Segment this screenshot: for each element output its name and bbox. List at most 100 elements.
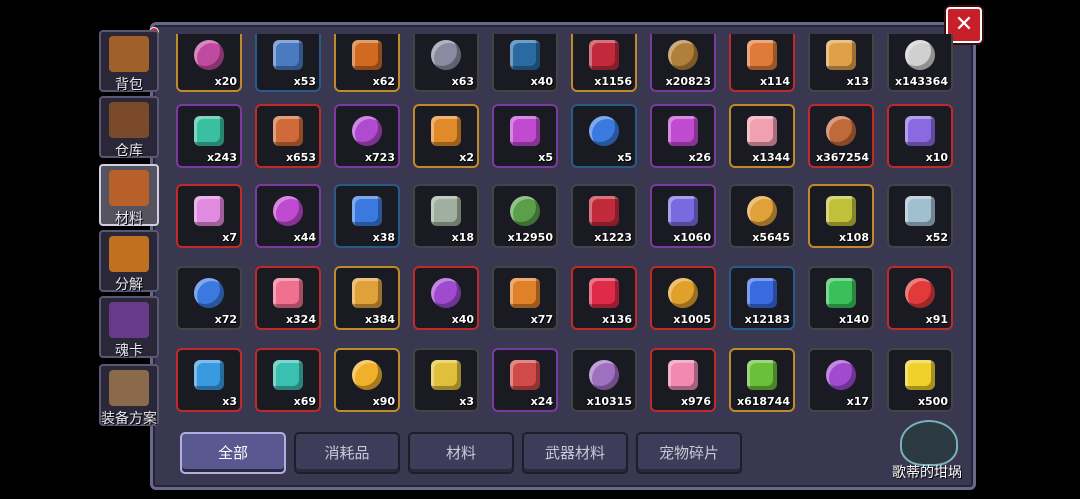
item-slot[interactable]: x1344 — [729, 104, 795, 168]
pink-crystal-icon — [194, 196, 224, 227]
blue-box-icon — [273, 40, 303, 71]
filter-tab-1[interactable]: 消耗品 — [294, 432, 400, 474]
item-slot[interactable]: x384 — [334, 266, 400, 330]
sidebar-item-5[interactable]: 装备方案 — [99, 364, 159, 427]
filter-tab-0[interactable]: 全部 — [180, 432, 286, 474]
pink-monster-icon — [668, 360, 698, 391]
item-count: x5645 — [752, 231, 790, 244]
item-slot[interactable]: x3 — [176, 348, 242, 412]
item-slot[interactable]: x10315 — [571, 348, 637, 412]
hourglass-icon — [510, 360, 540, 391]
item-slot[interactable]: x20 — [176, 34, 242, 92]
item-slot[interactable]: x1005 — [650, 266, 716, 330]
item-count: x108 — [838, 231, 869, 244]
item-slot[interactable]: x1060 — [650, 184, 716, 248]
item-slot[interactable]: x38 — [334, 184, 400, 248]
item-slot[interactable]: x618744 — [729, 348, 795, 412]
item-slot[interactable]: x723 — [334, 104, 400, 168]
item-slot[interactable]: x18 — [413, 184, 479, 248]
sand-pile-icon — [826, 40, 856, 71]
chest-icon — [109, 36, 149, 72]
sidebar-item-2[interactable]: 材料 — [99, 164, 159, 227]
filter-tab-4[interactable]: 宠物碎片 — [636, 432, 742, 474]
item-slot[interactable]: x91 — [887, 266, 953, 330]
filter-tab-3[interactable]: 武器材料 — [522, 432, 628, 474]
item-slot[interactable]: x136 — [571, 266, 637, 330]
item-slot[interactable]: x90 — [334, 348, 400, 412]
item-grid: x20 x53 x62 x63 x40 x1156 x20823 x114 x13 x143364… — [170, 34, 960, 424]
small-gray-shard-icon — [431, 196, 461, 227]
item-slot[interactable]: x44 — [255, 184, 321, 248]
item-count: x5 — [538, 151, 553, 164]
item-count: x723 — [364, 151, 395, 164]
purple-owl-icon — [826, 360, 856, 391]
purple-key-gem-icon — [510, 116, 540, 147]
item-slot[interactable]: x12183 — [729, 266, 795, 330]
item-slot[interactable]: x69 — [255, 348, 321, 412]
cauldron-icon — [900, 420, 958, 466]
item-slot[interactable]: x53 — [255, 34, 321, 92]
item-slot[interactable]: x108 — [808, 184, 874, 248]
item-slot[interactable]: x7 — [176, 184, 242, 248]
item-slot[interactable]: x13 — [808, 34, 874, 92]
item-slot[interactable]: x5 — [571, 104, 637, 168]
item-slot[interactable]: x976 — [650, 348, 716, 412]
green-slime-icon — [747, 360, 777, 391]
item-count: x12950 — [507, 231, 553, 244]
item-count: x1060 — [673, 231, 711, 244]
item-slot[interactable]: x5 — [492, 104, 558, 168]
item-slot[interactable]: x243 — [176, 104, 242, 168]
item-slot[interactable]: x20823 — [650, 34, 716, 92]
item-slot[interactable]: x62 — [334, 34, 400, 92]
item-slot[interactable]: x40 — [413, 266, 479, 330]
item-count: x5 — [617, 151, 632, 164]
item-slot[interactable]: x24 — [492, 348, 558, 412]
red-shield-icon — [589, 196, 619, 227]
item-slot[interactable]: x367254 — [808, 104, 874, 168]
item-slot[interactable]: x653 — [255, 104, 321, 168]
item-slot[interactable]: x72 — [176, 266, 242, 330]
item-slot[interactable]: x500 — [887, 348, 953, 412]
item-slot[interactable]: x143364 — [887, 34, 953, 92]
item-count: x63 — [451, 75, 474, 88]
item-slot[interactable]: x52 — [887, 184, 953, 248]
item-slot[interactable]: x2 — [413, 104, 479, 168]
item-slot[interactable]: x3 — [413, 348, 479, 412]
green-gem-icon — [194, 116, 224, 147]
gold-shards-icon — [668, 278, 698, 309]
item-slot[interactable]: x140 — [808, 266, 874, 330]
item-slot[interactable]: x324 — [255, 266, 321, 330]
sidebar-item-1[interactable]: 仓库 — [99, 96, 159, 159]
item-count: x114 — [759, 75, 790, 88]
item-slot[interactable]: x5645 — [729, 184, 795, 248]
item-slot[interactable]: x40 — [492, 34, 558, 92]
item-count: x324 — [285, 313, 316, 326]
item-count: x10315 — [586, 395, 632, 408]
sidebar-item-label: 仓库 — [115, 143, 143, 159]
sidebar-item-0[interactable]: 背包 — [99, 30, 159, 93]
item-count: x18 — [451, 231, 474, 244]
item-slot[interactable]: x26 — [650, 104, 716, 168]
sidebar-item-4[interactable]: 魂卡 — [99, 296, 159, 359]
item-slot[interactable]: x63 — [413, 34, 479, 92]
item-count: x1005 — [673, 313, 711, 326]
sidebar-item-3[interactable]: 分解 — [99, 230, 159, 293]
crossed-swords-icon — [109, 370, 149, 406]
blue-ring-icon — [194, 278, 224, 309]
item-slot[interactable]: x17 — [808, 348, 874, 412]
item-count: x1223 — [594, 231, 632, 244]
item-count: x2 — [459, 151, 474, 164]
item-count: x69 — [293, 395, 316, 408]
item-slot[interactable]: x114 — [729, 34, 795, 92]
item-count: x72 — [214, 313, 237, 326]
filter-tab-2[interactable]: 材料 — [408, 432, 514, 474]
emerald-icon — [826, 278, 856, 309]
item-slot[interactable]: x1223 — [571, 184, 637, 248]
item-slot[interactable]: x77 — [492, 266, 558, 330]
yellow-smiley-icon — [905, 360, 935, 391]
godees-cauldron-button[interactable]: 歌蒂的坩埚 — [888, 414, 972, 484]
item-slot[interactable]: x12950 — [492, 184, 558, 248]
item-slot[interactable]: x1156 — [571, 34, 637, 92]
item-count: x53 — [293, 75, 316, 88]
item-slot[interactable]: x10 — [887, 104, 953, 168]
